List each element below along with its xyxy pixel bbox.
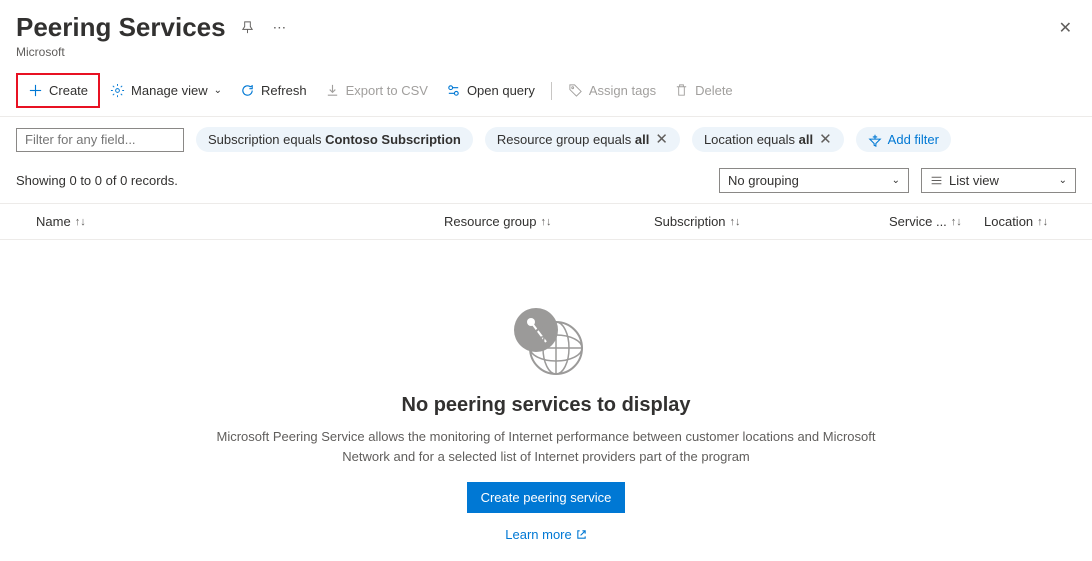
assign-tags-button[interactable]: Assign tags (560, 77, 664, 104)
column-name[interactable]: Name↑↓ (16, 204, 436, 239)
refresh-label: Refresh (261, 83, 307, 98)
refresh-icon (240, 83, 255, 98)
filter-row: Subscription equals Contoso Subscription… (0, 117, 1092, 162)
empty-state: No peering services to display Microsoft… (0, 240, 1092, 542)
column-location[interactable]: Location↑↓ (976, 204, 1076, 239)
create-button[interactable]: Create (20, 77, 96, 104)
add-filter-button[interactable]: Add filter (856, 127, 951, 152)
status-row: Showing 0 to 0 of 0 records. No grouping… (0, 162, 1092, 203)
manage-view-button[interactable]: Manage view ⌄ (102, 77, 230, 104)
column-service[interactable]: Service ...↑↓ (881, 204, 976, 239)
page-title: Peering Services (16, 12, 226, 43)
delete-label: Delete (695, 83, 733, 98)
sort-icon: ↑↓ (1037, 216, 1048, 228)
chevron-down-icon: ⌄ (892, 175, 900, 186)
query-icon (446, 83, 461, 98)
filter-pill-subscription[interactable]: Subscription equals Contoso Subscription (196, 127, 473, 152)
column-resource-group[interactable]: Resource group↑↓ (436, 204, 646, 239)
sort-icon: ↑↓ (541, 216, 552, 228)
empty-description: Microsoft Peering Service allows the mon… (196, 427, 896, 466)
page-header: Peering Services ⋯ ✕ Microsoft (0, 0, 1092, 65)
close-icon[interactable]: ✕ (655, 132, 668, 147)
refresh-button[interactable]: Refresh (232, 77, 315, 104)
record-count: Showing 0 to 0 of 0 records. (16, 173, 178, 188)
delete-button[interactable]: Delete (666, 77, 741, 104)
chevron-down-icon: ⌄ (214, 85, 222, 96)
open-query-button[interactable]: Open query (438, 77, 543, 104)
create-label: Create (49, 83, 88, 98)
list-icon (930, 174, 943, 187)
close-icon[interactable]: ✕ (819, 132, 832, 147)
globe-icon (501, 300, 591, 380)
empty-title: No peering services to display (402, 394, 691, 417)
open-query-label: Open query (467, 83, 535, 98)
export-label: Export to CSV (346, 83, 428, 98)
view-dropdown[interactable]: List view ⌄ (921, 168, 1076, 193)
table-header: Name↑↓ Resource group↑↓ Subscription↑↓ S… (0, 203, 1092, 240)
tag-icon (568, 83, 583, 98)
gear-icon (110, 83, 125, 98)
chevron-down-icon: ⌄ (1059, 175, 1067, 186)
more-icon[interactable]: ⋯ (269, 16, 290, 40)
grouping-dropdown[interactable]: No grouping⌄ (719, 168, 909, 193)
filter-pill-location[interactable]: Location equals all ✕ (692, 127, 844, 152)
download-icon (325, 83, 340, 98)
toolbar: Create Manage view ⌄ Refresh Export to C… (0, 65, 1092, 117)
learn-more-link[interactable]: Learn more (505, 527, 586, 542)
filter-pill-resource-group[interactable]: Resource group equals all ✕ (485, 127, 680, 152)
add-filter-label: Add filter (888, 132, 939, 147)
page-subtitle: Microsoft (16, 45, 1076, 59)
filter-icon (868, 133, 882, 147)
sort-icon: ↑↓ (730, 216, 741, 228)
sort-icon: ↑↓ (75, 216, 86, 228)
sort-icon: ↑↓ (951, 216, 962, 228)
filter-input[interactable] (16, 128, 184, 152)
external-link-icon (576, 529, 587, 540)
manage-view-label: Manage view (131, 83, 208, 98)
toolbar-divider (551, 82, 552, 100)
export-csv-button[interactable]: Export to CSV (317, 77, 436, 104)
trash-icon (674, 83, 689, 98)
assign-tags-label: Assign tags (589, 83, 656, 98)
column-subscription[interactable]: Subscription↑↓ (646, 204, 881, 239)
pin-icon[interactable] (236, 16, 259, 39)
create-peering-service-button[interactable]: Create peering service (467, 482, 626, 513)
close-icon[interactable]: ✕ (1055, 14, 1076, 42)
